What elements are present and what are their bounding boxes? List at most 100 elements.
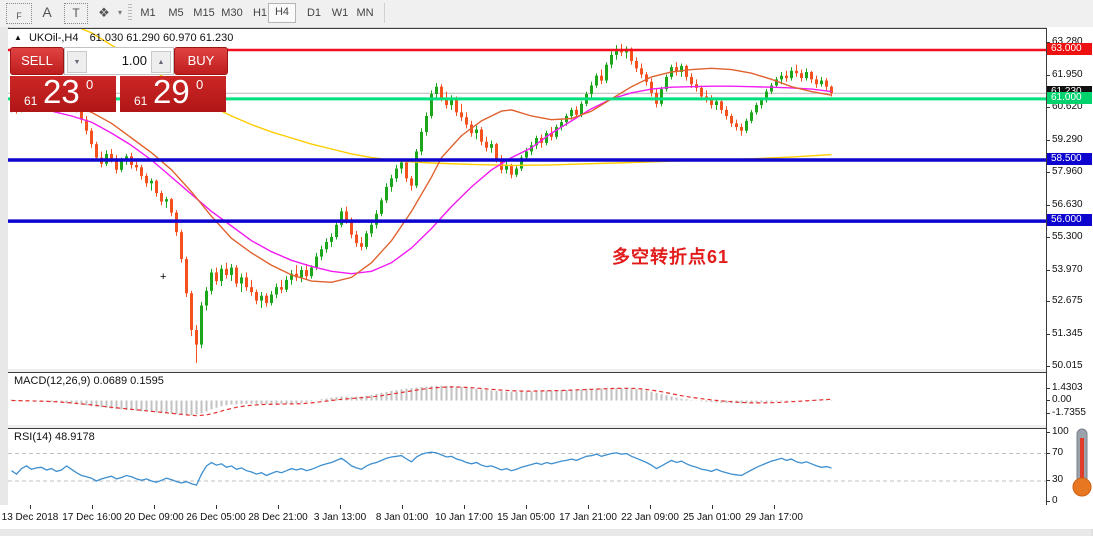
toolbar-grip[interactable] — [128, 4, 132, 22]
candle-up — [325, 241, 328, 250]
price-badge-56.000: 56.000 — [1047, 214, 1092, 227]
crosshair-marker: + — [160, 271, 167, 283]
rsi-canvas[interactable] — [8, 429, 1047, 505]
candle-up — [580, 103, 583, 115]
time-axis[interactable]: 13 Dec 2018 17 Dec 16:00 20 Dec 09:00 26 De… — [0, 505, 1093, 529]
time-tick-mark — [216, 505, 217, 509]
tab-timeframe-w1[interactable]: W1 — [328, 4, 352, 22]
macd-pane[interactable] — [8, 372, 1047, 427]
tab-timeframe-d1[interactable]: D1 — [302, 4, 326, 22]
candle-up — [300, 270, 303, 278]
candle-down — [245, 277, 248, 288]
candle-down — [345, 211, 348, 220]
sell-price-big: 23 — [43, 73, 80, 110]
time-axis-label: 3 Jan 13:00 — [313, 512, 367, 523]
candle-up — [660, 89, 663, 104]
candle-down — [355, 234, 358, 244]
candle-up — [240, 277, 243, 284]
candle-up — [375, 213, 378, 225]
candle-down — [690, 76, 693, 85]
time-tick-mark — [712, 505, 713, 509]
candle-down — [360, 243, 363, 247]
time-axis-label: 15 Jan 05:00 — [497, 512, 555, 523]
candle-up — [570, 109, 573, 117]
candle-up — [400, 162, 403, 169]
candle-down — [250, 287, 253, 293]
spin-up-icon: ▲ — [157, 59, 165, 66]
candle-up — [165, 199, 168, 202]
sell-button[interactable]: SELL — [10, 47, 64, 75]
tab-timeframe-mn[interactable]: MN — [352, 4, 378, 22]
tab-timeframe-h4-active[interactable]: H4 — [268, 3, 296, 23]
one-click-trading-panel: SELL ▼ 1.00 ▲ BUY 61 23 0 61 29 0 — [10, 46, 228, 112]
macd-tick-label: 1.4303 — [1052, 382, 1083, 394]
time-axis-label: 17 Dec 16:00 — [62, 512, 122, 523]
price-tick-mark — [1047, 301, 1050, 303]
candle-down — [795, 70, 798, 74]
sell-price-tile[interactable]: 61 23 0 — [10, 73, 116, 112]
candle-down — [305, 270, 308, 277]
volume-field[interactable]: ▼ 1.00 ▲ — [64, 47, 174, 75]
spin-down-icon: ▼ — [73, 59, 81, 66]
candle-up — [210, 272, 213, 291]
tab-timeframe-m1[interactable]: M1 — [136, 4, 160, 22]
toolbar-separator — [384, 3, 385, 23]
macd-canvas[interactable] — [8, 373, 1047, 426]
candle-up — [315, 256, 318, 268]
candle-up — [230, 267, 233, 275]
macd-tick-mark — [1047, 388, 1050, 390]
a-label: A — [42, 4, 52, 20]
rsi-pane[interactable] — [8, 428, 1047, 506]
candle-up — [260, 295, 263, 301]
macd-tick-label: -1.7355 — [1052, 407, 1086, 419]
rsi-line — [11, 451, 832, 486]
candle-up — [425, 116, 428, 132]
price-badge-61.000: 61.000 — [1047, 91, 1092, 104]
candle-up — [150, 180, 153, 184]
buy-button[interactable]: BUY — [174, 47, 228, 75]
template-f-label: F — [16, 11, 22, 21]
buy-price-sup: 0 — [196, 77, 204, 92]
candle-down — [785, 75, 788, 79]
tab-timeframe-m30[interactable]: M30 — [218, 4, 246, 22]
candle-up — [320, 249, 323, 257]
buy-price-big: 29 — [153, 73, 190, 110]
candle-down — [510, 164, 513, 175]
tab-timeframe-m5[interactable]: M5 — [164, 4, 188, 22]
palette-dropdown-caret-icon[interactable]: ▾ — [114, 3, 126, 22]
candle-down — [405, 162, 408, 179]
palette-glyph: ❖ — [98, 5, 110, 20]
candle-up — [525, 151, 528, 158]
candle-up — [220, 268, 223, 282]
candle-up — [595, 75, 598, 86]
collapse-triangle-icon[interactable]: ▲ — [14, 33, 22, 42]
candle-up — [555, 127, 558, 137]
template-f-icon[interactable]: F — [6, 3, 32, 24]
candle-down — [95, 144, 98, 158]
buy-price-small: 61 — [134, 94, 148, 108]
text-box-icon[interactable]: T — [64, 3, 88, 24]
candle-down — [215, 272, 218, 282]
candle-down — [685, 65, 688, 77]
text-label-icon[interactable]: A — [38, 3, 56, 22]
symbol-period-label: UKOil-,H4 — [28, 32, 79, 44]
volume-increase-button[interactable]: ▲ — [151, 51, 171, 73]
price-tick-mark — [1047, 333, 1050, 335]
candle-down — [720, 101, 723, 110]
rsi-tick-mark — [1047, 432, 1050, 433]
time-tick-mark — [774, 505, 775, 509]
rsi-tick-mark — [1047, 479, 1050, 481]
candle-down — [575, 109, 578, 115]
thermometer-icon[interactable] — [1071, 426, 1093, 502]
candle-down — [225, 268, 228, 275]
time-axis-label: 10 Jan 17:00 — [435, 512, 493, 523]
palette-icon[interactable]: ❖ — [94, 3, 114, 22]
candle-up — [760, 100, 763, 106]
buy-price-tile[interactable]: 61 29 0 — [120, 73, 226, 112]
volume-decrease-button[interactable]: ▼ — [67, 51, 87, 73]
volume-value[interactable]: 1.00 — [122, 48, 147, 74]
candle-down — [735, 123, 738, 128]
time-tick-mark — [154, 505, 155, 509]
tab-timeframe-m15[interactable]: M15 — [190, 4, 218, 22]
candle-up — [270, 294, 273, 304]
